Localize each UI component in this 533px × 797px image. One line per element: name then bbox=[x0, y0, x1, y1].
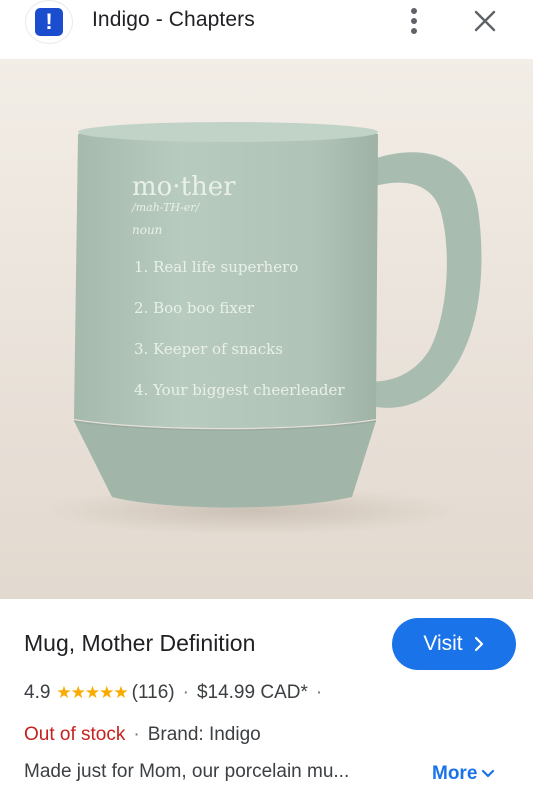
chevron-right-icon bbox=[474, 636, 483, 652]
star-icon: ★ bbox=[113, 683, 128, 702]
site-title: Indigo - Chapters bbox=[92, 8, 255, 31]
header-bar: ! Indigo - Chapters bbox=[0, 0, 533, 50]
more-label: More bbox=[432, 763, 478, 784]
mug-item: 3. Keeper of snacks bbox=[134, 340, 283, 358]
more-button[interactable]: More bbox=[432, 761, 495, 787]
product-image[interactable]: mo·ther /mah-TH-er/ noun 1. Real life su… bbox=[0, 59, 533, 599]
mug-pronunciation: /mah-TH-er/ bbox=[131, 201, 201, 214]
product-page: ! Indigo - Chapters mo·ther /mah-TH-er/ … bbox=[0, 0, 533, 797]
separator-dot: · bbox=[182, 682, 189, 703]
stock-brand-row: Out of stock · Brand: Indigo bbox=[24, 722, 261, 748]
indigo-logo-icon: ! bbox=[35, 8, 63, 36]
star-icon: ★ bbox=[70, 683, 86, 702]
mug-illustration: mo·ther /mah-TH-er/ noun 1. Real life su… bbox=[0, 59, 533, 599]
star-icon: ★ bbox=[56, 683, 71, 702]
more-options-button[interactable] bbox=[400, 4, 428, 38]
mug-item: 2. Boo boo fixer bbox=[134, 299, 255, 317]
product-description: Made just for Mom, our porcelain mu... bbox=[24, 761, 350, 782]
chevron-down-icon bbox=[482, 769, 495, 778]
mug-word: mo·ther bbox=[132, 172, 236, 202]
mug-item: 1. Real life superhero bbox=[134, 258, 298, 276]
brand-label: Brand: Indigo bbox=[147, 724, 261, 745]
star-icon: ★ bbox=[84, 683, 100, 702]
star-rating: ★ ★ ★ ★ ★ bbox=[56, 683, 128, 703]
product-title[interactable]: Mug, Mother Definition bbox=[24, 630, 255, 657]
rating-price-row: 4.9 ★ ★ ★ ★ ★ (116) · $14.99 CAD* · bbox=[24, 680, 330, 706]
review-count[interactable]: (116) bbox=[132, 682, 175, 704]
separator-dot: · bbox=[133, 724, 140, 745]
star-icon: ★ bbox=[99, 683, 114, 702]
mug-part-of-speech: noun bbox=[132, 223, 162, 237]
close-button[interactable] bbox=[468, 4, 502, 38]
site-logo: ! bbox=[25, 0, 73, 44]
visit-button[interactable]: Visit bbox=[392, 618, 516, 670]
rating-value: 4.9 bbox=[24, 682, 51, 703]
mug-item: 4. Your biggest cheerleader bbox=[134, 381, 345, 399]
price: $14.99 CAD* bbox=[196, 682, 308, 703]
logo-glyph: ! bbox=[45, 9, 53, 34]
separator-dot: · bbox=[315, 682, 323, 703]
stock-status: Out of stock bbox=[24, 724, 126, 745]
more-vert-icon bbox=[411, 8, 417, 34]
close-icon bbox=[474, 10, 496, 32]
visit-label: Visit bbox=[423, 632, 463, 655]
